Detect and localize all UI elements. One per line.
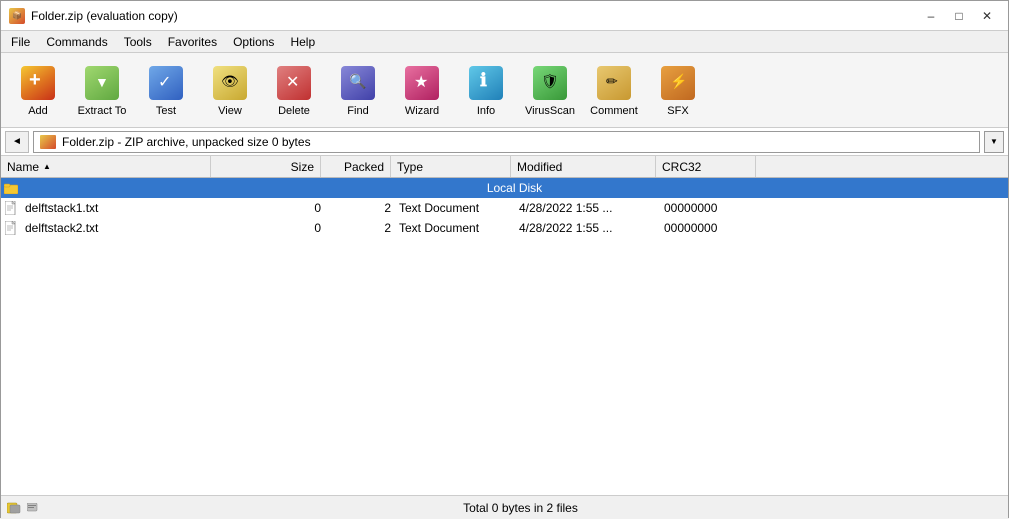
- view-icon: [210, 63, 250, 103]
- cell-crc32: 00000000: [660, 221, 760, 235]
- column-headers: Name ▲ Size Packed Type Modified CRC32: [1, 156, 1008, 178]
- delete-button[interactable]: Delete: [263, 58, 325, 123]
- comment-icon: [594, 63, 634, 103]
- virusscan-icon: [530, 63, 570, 103]
- cell-type: Text Document: [395, 221, 515, 235]
- add-button[interactable]: Add: [7, 58, 69, 123]
- table-row[interactable]: delftstack2.txt 0 2 Text Document 4/28/2…: [1, 218, 1008, 238]
- status-icons: [7, 502, 39, 514]
- virusscan-button[interactable]: VirusScan: [519, 58, 581, 123]
- find-label: Find: [347, 105, 368, 117]
- status-text: Total 0 bytes in 2 files: [463, 501, 578, 515]
- col-header-size[interactable]: Size: [211, 156, 321, 177]
- sfx-label: SFX: [667, 105, 688, 117]
- menu-favorites[interactable]: Favorites: [160, 31, 225, 53]
- info-icon: [466, 63, 506, 103]
- main-content: File Commands Tools Favorites Options He…: [1, 31, 1008, 519]
- add-label: Add: [28, 105, 48, 117]
- info-label: Info: [477, 105, 495, 117]
- sort-arrow-icon: ▲: [43, 162, 51, 171]
- table-row[interactable]: delftstack1.txt 0 2 Text Document 4/28/2…: [1, 198, 1008, 218]
- col-header-packed[interactable]: Packed: [321, 156, 391, 177]
- app-icon: 📦: [9, 8, 25, 24]
- folder-up-icon: [3, 180, 19, 196]
- info-button[interactable]: Info: [455, 58, 517, 123]
- extract-button[interactable]: Extract To: [71, 58, 133, 123]
- file-icon: [3, 200, 19, 216]
- maximize-button[interactable]: □: [946, 6, 972, 26]
- virusscan-label: VirusScan: [525, 105, 575, 117]
- file-list-container: Name ▲ Size Packed Type Modified CRC32: [1, 156, 1008, 495]
- col-header-name[interactable]: Name ▲: [1, 156, 211, 177]
- view-label: View: [218, 105, 242, 117]
- extract-label: Extract To: [78, 105, 127, 117]
- wizard-button[interactable]: Wizard: [391, 58, 453, 123]
- sfx-button[interactable]: SFX: [647, 58, 709, 123]
- menu-bar: File Commands Tools Favorites Options He…: [1, 31, 1008, 53]
- local-disk-label: Local Disk: [21, 181, 1008, 195]
- find-icon: [338, 63, 378, 103]
- status-icon-2: [27, 503, 39, 513]
- window-title: Folder.zip (evaluation copy): [31, 9, 178, 23]
- address-input: Folder.zip - ZIP archive, unpacked size …: [33, 131, 980, 153]
- cell-name: delftstack2.txt: [21, 221, 215, 235]
- menu-options[interactable]: Options: [225, 31, 282, 53]
- cell-modified: 4/28/2022 1:55 ...: [515, 201, 660, 215]
- test-label: Test: [156, 105, 176, 117]
- wizard-icon: [402, 63, 442, 103]
- test-button[interactable]: Test: [135, 58, 197, 123]
- view-button[interactable]: View: [199, 58, 261, 123]
- address-bar: ◄ Folder.zip - ZIP archive, unpacked siz…: [1, 128, 1008, 156]
- zip-icon: [40, 135, 56, 149]
- local-disk-row[interactable]: Local Disk: [1, 178, 1008, 198]
- wizard-label: Wizard: [405, 105, 439, 117]
- cell-packed: 2: [325, 221, 395, 235]
- menu-help[interactable]: Help: [282, 31, 323, 53]
- cell-size: 0: [215, 221, 325, 235]
- cell-size: 0: [215, 201, 325, 215]
- cell-packed: 2: [325, 201, 395, 215]
- comment-label: Comment: [590, 105, 638, 117]
- toolbar: Add Extract To Test View Delete Find Wiz…: [1, 53, 1008, 128]
- add-icon: [18, 63, 58, 103]
- delete-icon: [274, 63, 314, 103]
- cell-type: Text Document: [395, 201, 515, 215]
- cell-crc32: 00000000: [660, 201, 760, 215]
- col-header-modified[interactable]: Modified: [511, 156, 656, 177]
- find-button[interactable]: Find: [327, 58, 389, 123]
- sfx-icon: [658, 63, 698, 103]
- close-button[interactable]: ✕: [974, 6, 1000, 26]
- address-dropdown-button[interactable]: ▼: [984, 131, 1004, 153]
- status-icon-1: [7, 502, 23, 514]
- extract-icon: [82, 63, 122, 103]
- file-icon: [3, 220, 19, 236]
- file-rows: Local Disk delftstack1.txt 0 2 Text Docu…: [1, 178, 1008, 495]
- address-back-button[interactable]: ◄: [5, 131, 29, 153]
- test-icon: [146, 63, 186, 103]
- minimize-button[interactable]: –: [918, 6, 944, 26]
- menu-tools[interactable]: Tools: [116, 31, 160, 53]
- menu-commands[interactable]: Commands: [38, 31, 115, 53]
- title-bar-controls: – □ ✕: [918, 6, 1000, 26]
- title-bar-left: 📦 Folder.zip (evaluation copy): [9, 8, 178, 24]
- title-bar: 📦 Folder.zip (evaluation copy) – □ ✕: [1, 1, 1008, 31]
- cell-name: delftstack1.txt: [21, 201, 215, 215]
- menu-file[interactable]: File: [3, 31, 38, 53]
- cell-modified: 4/28/2022 1:55 ...: [515, 221, 660, 235]
- col-header-crc32[interactable]: CRC32: [656, 156, 756, 177]
- col-header-type[interactable]: Type: [391, 156, 511, 177]
- comment-button[interactable]: Comment: [583, 58, 645, 123]
- file-rows-container: delftstack1.txt 0 2 Text Document 4/28/2…: [1, 198, 1008, 238]
- delete-label: Delete: [278, 105, 310, 117]
- status-bar: Total 0 bytes in 2 files: [1, 495, 1008, 519]
- address-text: Folder.zip - ZIP archive, unpacked size …: [62, 135, 311, 149]
